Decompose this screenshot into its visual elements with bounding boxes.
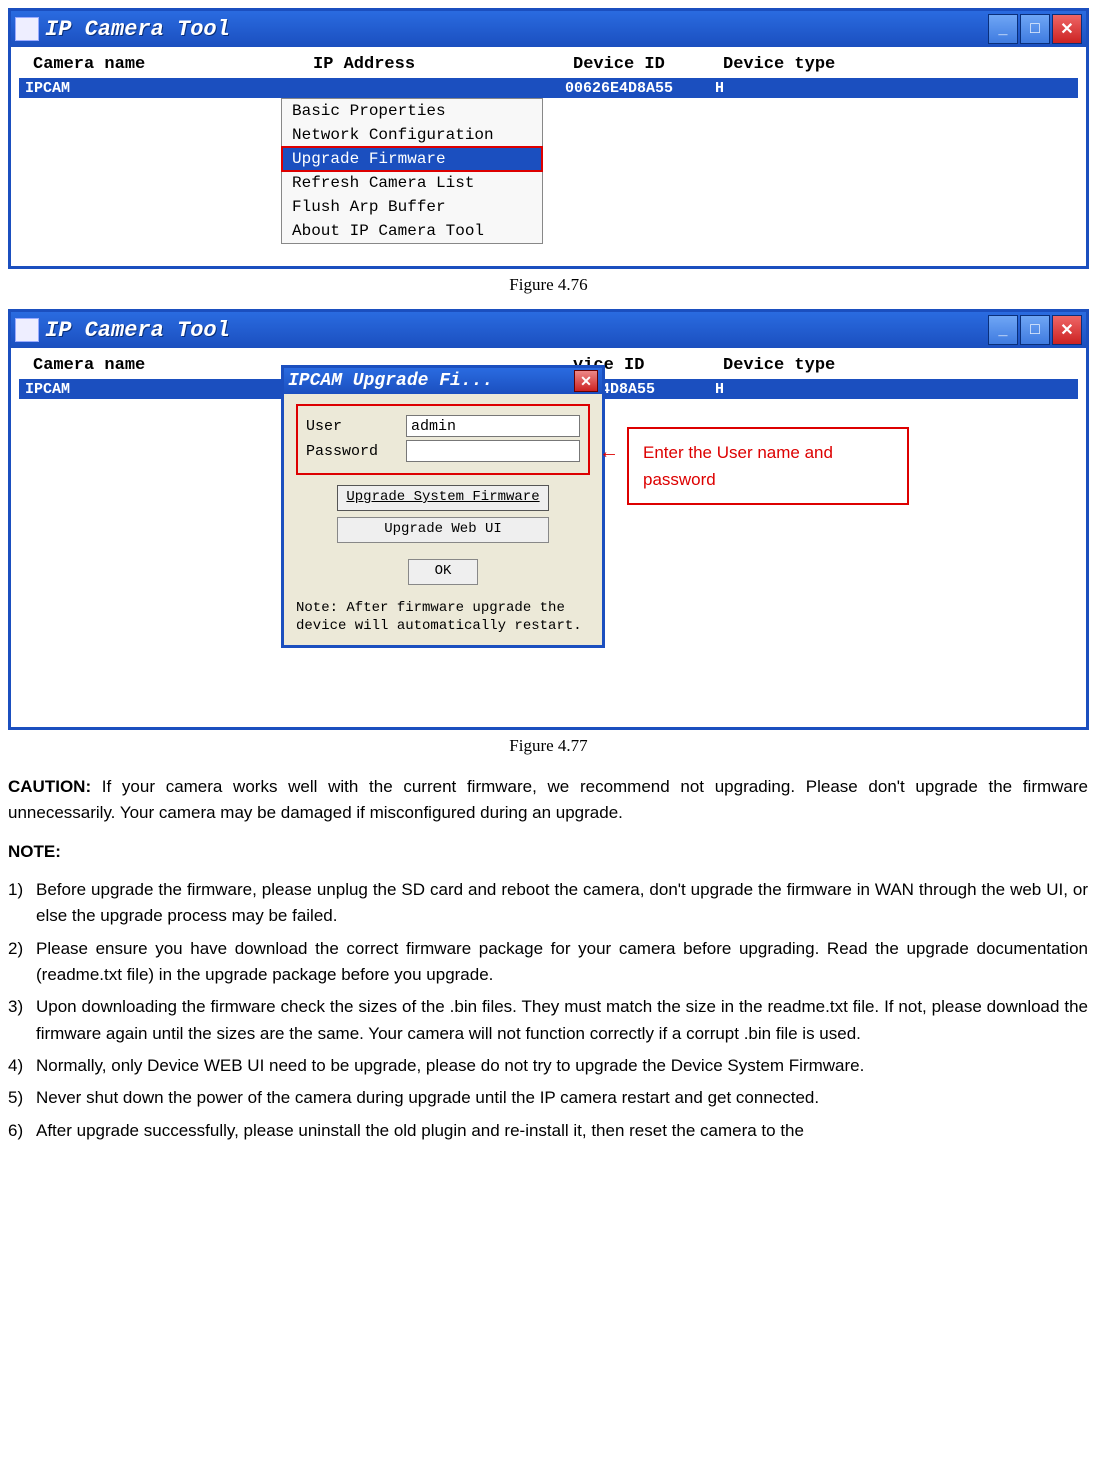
note-6: After upgrade successfully, please unins… — [36, 1118, 1088, 1144]
menu-flush-arp-buffer[interactable]: Flush Arp Buffer — [282, 195, 542, 219]
password-input[interactable] — [406, 440, 580, 462]
row-camera-name: IPCAM — [23, 80, 305, 97]
note-1: Before upgrade the firmware, please unpl… — [36, 877, 1088, 930]
titlebar: IP Camera Tool _ □ ✕ — [11, 312, 1086, 348]
upgrade-system-firmware-button[interactable]: Upgrade System Firmware — [337, 485, 549, 511]
note-5: Never shut down the power of the camera … — [36, 1085, 1088, 1111]
col-ip-address: IP Address — [313, 55, 573, 74]
num-3: 3) — [8, 994, 36, 1047]
num-4: 4) — [8, 1053, 36, 1079]
dialog-titlebar: IPCAM Upgrade Fi... ✕ — [284, 368, 602, 394]
row-device-id: 00626E4D8A55 — [565, 80, 715, 97]
user-input[interactable]: admin — [406, 415, 580, 437]
dialog-close-button[interactable]: ✕ — [574, 370, 598, 392]
menu-refresh-camera-list[interactable]: Refresh Camera List — [282, 171, 542, 195]
upgrade-web-ui-button[interactable]: Upgrade Web UI — [337, 517, 549, 543]
num-1: 1) — [8, 877, 36, 930]
num-2: 2) — [8, 936, 36, 989]
caution-text: If your camera works well with the curre… — [8, 777, 1088, 822]
ok-button[interactable]: OK — [408, 559, 478, 585]
close-button[interactable]: ✕ — [1052, 14, 1082, 44]
maximize-button[interactable]: □ — [1020, 14, 1050, 44]
upgrade-firmware-dialog: IPCAM Upgrade Fi... ✕ User admin Passwor… — [281, 365, 605, 648]
figure-caption-2: Figure 4.77 — [8, 736, 1089, 756]
window-title: IP Camera Tool — [45, 318, 988, 343]
user-label: User — [306, 418, 406, 435]
note-4: Normally, only Device WEB UI need to be … — [36, 1053, 1088, 1079]
window-title: IP Camera Tool — [45, 17, 988, 42]
row-camera-name: IPCAM — [23, 381, 305, 398]
note-label: NOTE: — [8, 839, 1088, 865]
num-5: 5) — [8, 1085, 36, 1111]
ipcamera-tool-window-1: IP Camera Tool _ □ ✕ Camera name IP Addr… — [8, 8, 1089, 269]
close-button[interactable]: ✕ — [1052, 315, 1082, 345]
note-3: Upon downloading the firmware check the … — [36, 994, 1088, 1047]
menu-network-configuration[interactable]: Network Configuration — [282, 123, 542, 147]
minimize-button[interactable]: _ — [988, 315, 1018, 345]
context-menu: Basic Properties Network Configuration U… — [281, 98, 543, 244]
col-device-type: Device type — [723, 55, 1064, 74]
col-device-id: Device ID — [573, 55, 723, 74]
num-6: 6) — [8, 1118, 36, 1144]
credentials-highlight: User admin Password — [296, 404, 590, 475]
col-camera-name: Camera name — [33, 356, 313, 375]
row-device-type: H — [715, 381, 1074, 398]
dialog-note: Note: After firmware upgrade the device … — [296, 599, 590, 635]
body-text: CAUTION: If your camera works well with … — [8, 774, 1088, 1144]
titlebar: IP Camera Tool _ □ ✕ — [11, 11, 1086, 47]
ipcamera-tool-window-2: IP Camera Tool _ □ ✕ Camera name vice ID… — [8, 309, 1089, 730]
arrow-icon: ← — [599, 441, 619, 464]
col-device-type: Device type — [723, 356, 1064, 375]
column-headers: Camera name IP Address Device ID Device … — [11, 47, 1086, 78]
app-icon — [15, 318, 39, 342]
maximize-button[interactable]: □ — [1020, 315, 1050, 345]
callout-text: Enter the User name and password — [627, 427, 909, 505]
menu-basic-properties[interactable]: Basic Properties — [282, 99, 542, 123]
menu-upgrade-firmware[interactable]: Upgrade Firmware — [282, 147, 542, 171]
figure-caption-1: Figure 4.76 — [8, 275, 1089, 295]
row-device-type: H — [715, 80, 1074, 97]
col-camera-name: Camera name — [33, 55, 313, 74]
note-2: Please ensure you have download the corr… — [36, 936, 1088, 989]
selected-row[interactable]: IPCAM 00626E4D8A55 H — [19, 78, 1078, 98]
minimize-button[interactable]: _ — [988, 14, 1018, 44]
password-label: Password — [306, 443, 406, 460]
app-icon — [15, 17, 39, 41]
callout-wrap: ← Enter the User name and password — [627, 427, 909, 505]
dialog-title: IPCAM Upgrade Fi... — [288, 371, 574, 391]
caution-label: CAUTION: — [8, 777, 91, 796]
menu-about[interactable]: About IP Camera Tool — [282, 219, 542, 243]
